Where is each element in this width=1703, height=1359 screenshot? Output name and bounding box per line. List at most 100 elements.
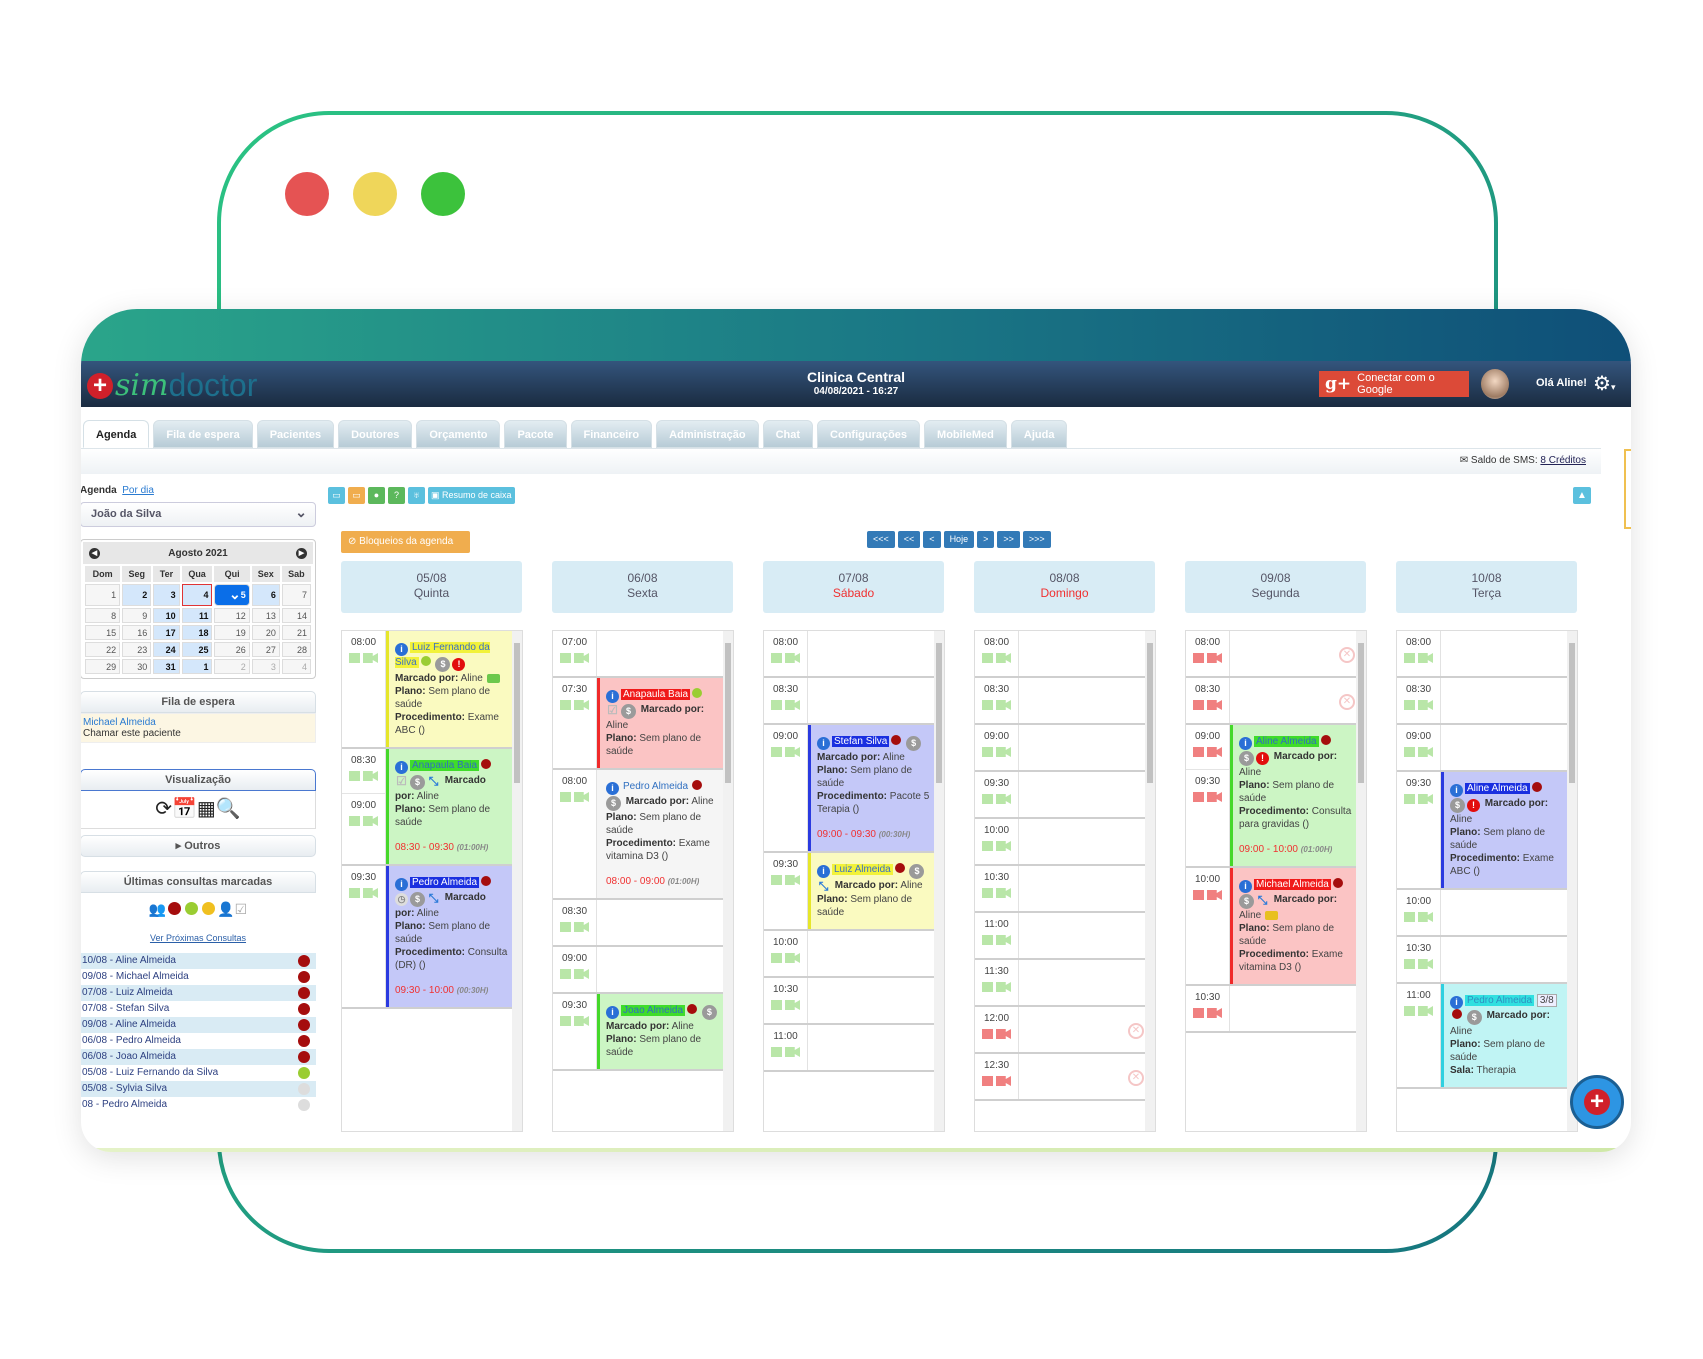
empty-slot[interactable] bbox=[597, 631, 723, 676]
nav-button[interactable]: Hoje bbox=[943, 531, 975, 548]
tab-administra-o[interactable]: Administração bbox=[656, 420, 759, 448]
time-slot[interactable]: 07:30 bbox=[553, 678, 596, 768]
day-header[interactable]: 05/08 Quinta bbox=[341, 561, 522, 613]
new-appointment-icon[interactable] bbox=[771, 700, 782, 710]
empty-slot[interactable] bbox=[808, 678, 934, 723]
time-slot[interactable]: 09:30 bbox=[553, 994, 596, 1069]
empty-slot[interactable] bbox=[808, 1025, 934, 1070]
new-appointment-icon[interactable] bbox=[1404, 747, 1415, 757]
search-icon[interactable]: 🔍 bbox=[216, 798, 241, 820]
appointment-card[interactable]: i Michael Almeida $ ⤡ Marcado por: Aline Pl… bbox=[1230, 868, 1356, 984]
video-call-icon[interactable] bbox=[1418, 700, 1433, 710]
video-call-icon[interactable] bbox=[363, 771, 378, 781]
new-appointment-icon[interactable] bbox=[1404, 700, 1415, 710]
time-slot[interactable]: 09:00 bbox=[975, 725, 1018, 770]
outros-header[interactable]: ▸ Outros bbox=[81, 835, 316, 857]
video-call-icon[interactable] bbox=[1418, 747, 1433, 757]
patient-name[interactable]: Anapaula Baia bbox=[621, 689, 691, 700]
empty-slot[interactable] bbox=[808, 978, 934, 1023]
calendar-day[interactable]: 18 bbox=[181, 625, 213, 640]
google-connect-button[interactable]: g+ Conectar com o Google bbox=[1319, 371, 1469, 397]
call-patient-link[interactable]: Chamar este paciente bbox=[83, 728, 313, 739]
new-appointment-icon[interactable] bbox=[1193, 747, 1204, 757]
video-call-icon[interactable] bbox=[1207, 890, 1222, 900]
video-call-icon[interactable] bbox=[996, 1076, 1011, 1086]
empty-slot[interactable] bbox=[1019, 913, 1145, 958]
appointment-card[interactable]: i Stefan Silva $ Marcado por: Aline Plano:… bbox=[808, 725, 934, 851]
time-slot[interactable]: 11:00 bbox=[975, 913, 1018, 958]
time-slot[interactable]: 11:00 bbox=[1397, 984, 1440, 1087]
new-appointment-icon[interactable] bbox=[982, 982, 993, 992]
time-slot[interactable]: 10:00 bbox=[1186, 868, 1229, 984]
scrollbar[interactable] bbox=[1145, 631, 1155, 1131]
video-call-icon[interactable] bbox=[574, 700, 589, 710]
tab-or-amento[interactable]: Orçamento bbox=[416, 420, 501, 448]
recent-appointment[interactable]: 05/08 - Luiz Fernando da Silva bbox=[81, 1065, 316, 1081]
video-call-icon[interactable] bbox=[785, 1000, 800, 1010]
video-call-icon[interactable] bbox=[1207, 747, 1222, 757]
gear-icon[interactable]: ⚙▾ bbox=[1593, 371, 1615, 396]
scrollbar[interactable] bbox=[1567, 631, 1577, 1131]
video-call-icon[interactable] bbox=[363, 653, 378, 663]
time-slot[interactable]: 09:30 bbox=[764, 853, 807, 929]
new-appointment-icon[interactable] bbox=[771, 953, 782, 963]
side-panel-edge[interactable] bbox=[1624, 449, 1631, 529]
video-call-icon[interactable] bbox=[1418, 1006, 1433, 1016]
red-dot[interactable] bbox=[168, 902, 182, 915]
video-call-icon[interactable] bbox=[1207, 792, 1222, 802]
new-appointment-icon[interactable] bbox=[1193, 653, 1204, 663]
next-month-icon[interactable]: ▶ bbox=[296, 547, 307, 559]
empty-slot[interactable] bbox=[1019, 772, 1145, 817]
time-slot[interactable]: 10:00 bbox=[764, 931, 807, 976]
recent-appointment[interactable]: 05/08 - Sylvia Silva bbox=[81, 1081, 316, 1097]
group-icon[interactable]: 👥 bbox=[149, 901, 166, 917]
video-call-icon[interactable] bbox=[574, 969, 589, 979]
video-call-icon[interactable] bbox=[1207, 700, 1222, 710]
time-slot[interactable]: 08:30 bbox=[764, 678, 807, 723]
time-slot[interactable]: 09:00 bbox=[764, 725, 807, 851]
appointment-card[interactable]: i Pedro Almeida 3/8 $ Marcado por: Aline P… bbox=[1441, 984, 1567, 1087]
calendar-day[interactable]: 13 bbox=[251, 608, 280, 623]
fila-item[interactable]: Michael Almeida Chamar este paciente bbox=[81, 713, 316, 743]
calendar-day-icon[interactable]: 📅 bbox=[172, 798, 197, 820]
time-slot[interactable]: 09:30 bbox=[1186, 770, 1229, 866]
patient-name[interactable]: Stefan Silva bbox=[832, 736, 890, 747]
new-appointment-icon[interactable] bbox=[982, 935, 993, 945]
video-call-icon[interactable] bbox=[574, 922, 589, 932]
appointment-card[interactable]: i Luiz Fernando da Silva $! Marcado por: … bbox=[386, 631, 512, 747]
refresh-icon[interactable]: ⟳ bbox=[155, 798, 172, 820]
new-appointment-icon[interactable] bbox=[982, 794, 993, 804]
recent-appointment[interactable]: 06/08 - Pedro Almeida bbox=[81, 1033, 316, 1049]
video-call-icon[interactable] bbox=[996, 888, 1011, 898]
calendar-day[interactable]: 21 bbox=[281, 625, 311, 640]
time-slot[interactable]: 08:00 bbox=[342, 631, 385, 747]
tab-pacientes[interactable]: Pacientes bbox=[256, 420, 335, 448]
bloqueios-button[interactable]: ⊘ Bloqueios da agenda bbox=[341, 531, 470, 553]
doctor-icon[interactable]: 👤 bbox=[217, 901, 234, 917]
patient-name[interactable]: Anapaula Baia bbox=[410, 760, 480, 771]
video-call-icon[interactable] bbox=[996, 700, 1011, 710]
time-slot[interactable]: 08:00 bbox=[764, 631, 807, 676]
empty-slot[interactable] bbox=[1019, 1054, 1145, 1099]
video-call-icon[interactable] bbox=[785, 875, 800, 885]
day-header[interactable]: 07/08 Sábado bbox=[763, 561, 944, 613]
empty-slot[interactable] bbox=[597, 947, 723, 992]
new-appointment-icon[interactable] bbox=[1193, 792, 1204, 802]
empty-slot[interactable] bbox=[1441, 725, 1567, 770]
video-call-icon[interactable] bbox=[996, 747, 1011, 757]
tab-agenda[interactable]: Agenda bbox=[83, 420, 150, 448]
time-slot[interactable]: 10:30 bbox=[975, 866, 1018, 911]
time-slot[interactable]: 08:30 bbox=[975, 678, 1018, 723]
calendar-day[interactable]: 17 bbox=[153, 625, 180, 640]
empty-slot[interactable] bbox=[1019, 960, 1145, 1005]
time-slot[interactable]: 07:00 bbox=[553, 631, 596, 676]
calendar-day[interactable]: 27 bbox=[251, 642, 280, 657]
video-call-icon[interactable] bbox=[574, 653, 589, 663]
scrollbar-thumb[interactable] bbox=[1569, 643, 1575, 783]
tab-ajuda[interactable]: Ajuda bbox=[1010, 420, 1068, 448]
empty-slot[interactable] bbox=[1230, 986, 1356, 1031]
new-appointment-icon[interactable] bbox=[982, 653, 993, 663]
day-header[interactable]: 06/08 Sexta bbox=[552, 561, 733, 613]
calendar-day[interactable]: 28 bbox=[281, 642, 311, 657]
time-slot[interactable]: 12:30 bbox=[975, 1054, 1018, 1099]
